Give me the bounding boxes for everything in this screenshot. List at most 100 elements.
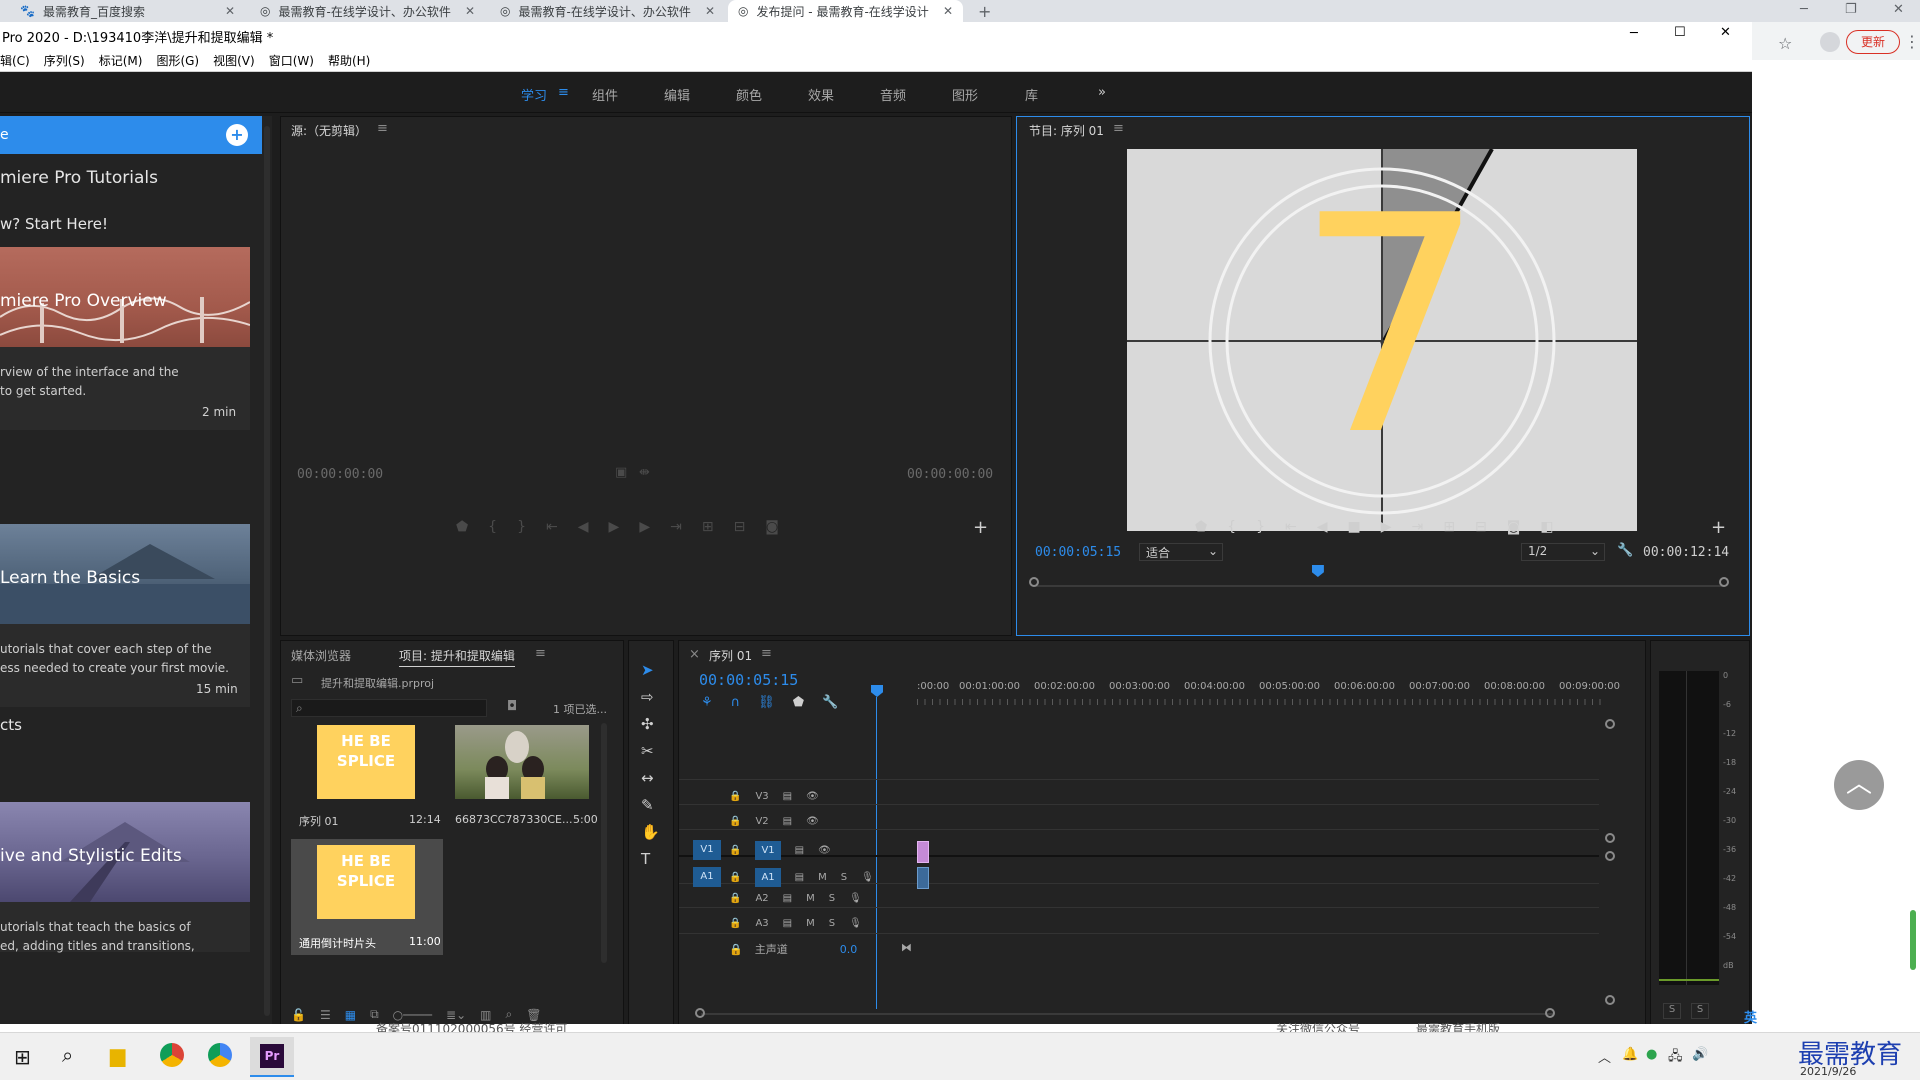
tab-media-browser[interactable]: 媒体浏览器	[291, 647, 351, 664]
h-scroll-handle[interactable]	[1545, 1008, 1555, 1018]
settings-icon[interactable]: ▣	[615, 465, 627, 480]
playhead[interactable]	[1311, 565, 1324, 577]
step-back-icon[interactable]: ◀	[578, 519, 589, 535]
timeline-playhead[interactable]	[871, 685, 883, 697]
learn-scrollbar[interactable]	[264, 126, 270, 1016]
mic-icon[interactable]: 🎙	[861, 872, 874, 883]
timeline-timecode[interactable]: 00:00:05:15	[699, 671, 798, 689]
mute-button[interactable]: M	[806, 918, 815, 929]
scrub-bar[interactable]	[1035, 585, 1725, 587]
avatar[interactable]	[1820, 32, 1840, 52]
menu-item[interactable]: 标记(M)	[99, 52, 143, 69]
insert-clip-icon[interactable]: ⊞	[702, 519, 714, 535]
close-icon[interactable]: ✕	[225, 4, 235, 18]
sync-icon[interactable]: ▤	[795, 845, 804, 856]
source-patch-v1[interactable]: V1	[693, 840, 721, 860]
browser-tab[interactable]: 🐾 最需教育_百度搜索 ✕	[10, 0, 245, 22]
more-workspaces-icon[interactable]: »	[1098, 85, 1106, 100]
new-tab-button[interactable]: +	[978, 2, 991, 21]
menu-item[interactable]: 视图(V)	[213, 52, 255, 69]
close-icon[interactable]: ✕	[465, 4, 475, 18]
lock-icon[interactable]: 🔒	[729, 872, 741, 883]
menu-item[interactable]: 序列(S)	[44, 52, 85, 69]
restore-icon[interactable]: ❐	[1845, 2, 1857, 17]
solo-button[interactable]: S	[829, 918, 835, 929]
scrollbar-thumb[interactable]	[1910, 910, 1916, 970]
go-to-in-icon[interactable]: ⇤	[1285, 519, 1297, 535]
track-label[interactable]: V1	[755, 841, 781, 860]
project-item[interactable]: 66873CC787330CE... 5:00	[449, 723, 601, 833]
tab-assembly[interactable]: 组件	[592, 85, 618, 104]
sync-icon[interactable]: ▤	[783, 893, 792, 904]
selection-tool-icon[interactable]: ➤	[641, 661, 660, 679]
workspace-menu-icon[interactable]: ≡	[558, 85, 569, 100]
browser-tab[interactable]: ◎ 最需教育-在线学设计、办公软件 ✕	[250, 0, 485, 22]
add-button[interactable]: +	[1711, 517, 1726, 538]
timeline-clip-video[interactable]	[917, 841, 929, 863]
tutorial-card[interactable]: miere Pro Overview rview of the interfac…	[0, 247, 250, 430]
mic-icon[interactable]: 🎙	[849, 893, 862, 904]
lock-icon[interactable]: 🔒	[729, 918, 741, 929]
start-icon[interactable]: ⊞	[14, 1045, 31, 1069]
ime-indicator[interactable]: 英	[1744, 1007, 1757, 1026]
overwrite-icon[interactable]: ⊟	[734, 519, 746, 535]
eye-icon[interactable]: 👁	[806, 816, 819, 827]
tab-color[interactable]: 颜色	[736, 85, 762, 104]
lift-icon[interactable]: ⊞	[1443, 519, 1455, 535]
panel-menu-icon[interactable]: ≡	[1113, 121, 1124, 136]
lock-icon[interactable]: 🔓	[291, 1008, 306, 1022]
panel-menu-icon[interactable]: ≡	[377, 121, 388, 136]
type-tool-icon[interactable]: T	[641, 850, 660, 868]
mark-in-icon[interactable]: {	[1227, 519, 1236, 535]
mark-out-icon[interactable]: }	[1256, 519, 1265, 535]
track-select-icon[interactable]: ⇨	[641, 688, 660, 706]
step-forward-icon[interactable]: ▶	[639, 519, 650, 535]
v-scroll-handle[interactable]	[1605, 833, 1615, 843]
ripple-edit-icon[interactable]: ✣	[641, 715, 660, 733]
sync-icon[interactable]: ▤	[783, 816, 792, 827]
quality-select[interactable]: 1/2 ⌄	[1521, 543, 1605, 561]
solo-right-button[interactable]: S	[1691, 1003, 1709, 1019]
zoom-select[interactable]: 适合 ⌄	[1139, 543, 1223, 561]
lock-icon[interactable]: 🔒	[729, 791, 741, 802]
browser-icon[interactable]	[208, 1043, 232, 1067]
extract-icon[interactable]: ⊟	[1475, 519, 1487, 535]
tab-audio[interactable]: 音频	[880, 85, 906, 104]
lock-icon[interactable]: 🔒	[729, 943, 743, 956]
track-label[interactable]: A1	[755, 868, 781, 887]
go-to-out-icon[interactable]: ⇥	[670, 519, 682, 535]
add-icon[interactable]: +	[226, 124, 248, 146]
v-scroll-handle[interactable]	[1605, 719, 1615, 729]
v-scroll-handle[interactable]	[1605, 995, 1615, 1005]
sync-icon[interactable]: ▤	[783, 791, 792, 802]
tab-libraries[interactable]: 库	[1025, 85, 1038, 104]
close-icon[interactable]: ✕	[1720, 25, 1731, 40]
master-volume[interactable]: 0.0	[840, 943, 858, 956]
hand-icon[interactable]: ✋	[641, 823, 660, 841]
step-forward-icon[interactable]: ▶	[1381, 519, 1392, 535]
tutorial-card[interactable]: Learn the Basics utorials that cover eac…	[0, 524, 250, 707]
menu-item[interactable]: 辑(C)	[0, 52, 30, 69]
panel-menu-icon[interactable]: ≡	[535, 646, 546, 661]
snap-icon[interactable]: ∩	[731, 695, 741, 710]
project-item[interactable]: HE BE SPLICE 序列 01 12:14	[291, 723, 443, 833]
close-icon[interactable]: ✕	[705, 4, 715, 18]
tutorial-card[interactable]: ive and Stylistic Edits utorials that te…	[0, 802, 250, 953]
source-patch-a1[interactable]: A1	[693, 867, 721, 887]
project-item-selected[interactable]: HE BE SPLICE 通用倒计时片头 11:00	[291, 839, 443, 955]
menu-item[interactable]: 窗口(W)	[269, 52, 314, 69]
zoom-handle-left[interactable]	[1029, 577, 1039, 587]
minimize-icon[interactable]: ─	[1800, 2, 1808, 17]
tab-sequence[interactable]: 序列 01	[709, 647, 752, 664]
lock-icon[interactable]: 🔒	[729, 816, 741, 827]
app-tray-icon[interactable]: ●	[1646, 1047, 1657, 1062]
menu-item[interactable]: 图形(G)	[156, 52, 199, 69]
file-explorer-icon[interactable]: ▆	[110, 1043, 125, 1067]
marker-icon[interactable]: ⬟	[456, 519, 468, 535]
menu-item[interactable]: 帮助(H)	[328, 52, 370, 69]
razor-icon[interactable]: ✂	[641, 742, 660, 760]
camera-icon[interactable]: ◙	[1507, 519, 1521, 535]
wrench-icon[interactable]: 🔧	[1617, 543, 1633, 558]
notification-icon[interactable]: 🔔	[1622, 1047, 1638, 1062]
close-icon[interactable]: ✕	[1893, 2, 1904, 17]
